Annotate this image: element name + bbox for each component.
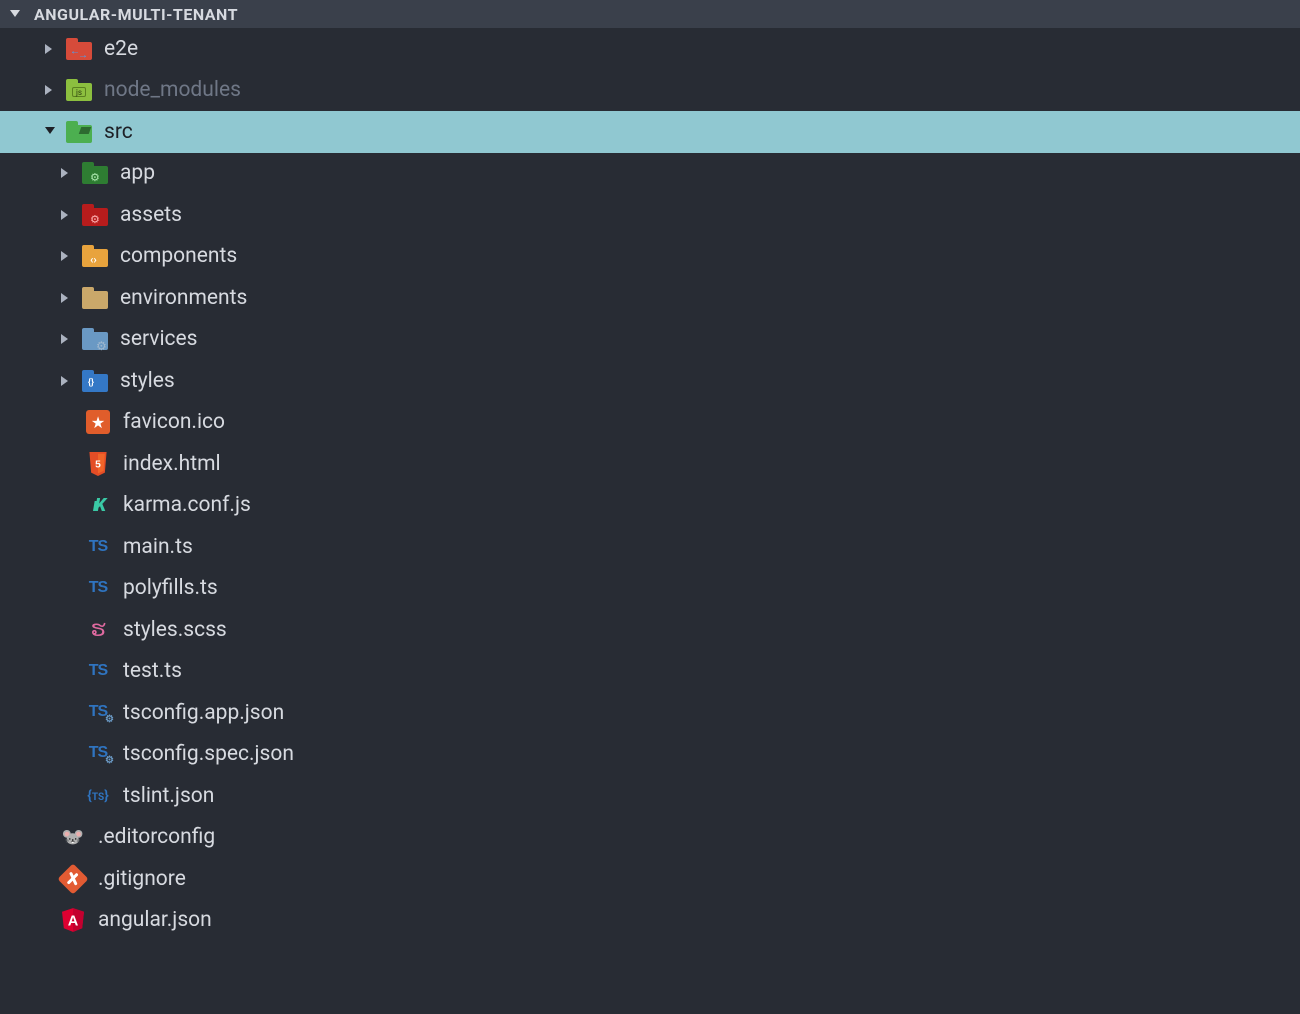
tree-item-assets[interactable]: ⚙ assets [0,194,1300,236]
chevron-right-icon [60,293,72,303]
tree-item-label: polyfills.ts [123,576,218,600]
html-file-icon: 5 [85,451,111,477]
tsconfig-file-icon: TS⚙ [85,741,111,767]
tree-item-polyfills-ts[interactable]: TS polyfills.ts [0,568,1300,610]
angular-file-icon: A [60,907,86,933]
chevron-right-icon [60,334,72,344]
tree-item-e2e[interactable]: ←→ e2e [0,28,1300,70]
chevron-right-icon [60,376,72,386]
tree-item-src[interactable]: src [0,111,1300,153]
tree-item-label: assets [120,203,182,227]
tree-item-label: e2e [104,37,138,61]
tree-item-favicon-ico[interactable]: ★ favicon.ico [0,402,1300,444]
project-title: ANGULAR-MULTI-TENANT [34,5,238,24]
scss-file-icon: ຮ [85,617,111,643]
tree-item-gitignore[interactable]: .gitignore [0,858,1300,900]
karma-file-icon: ıK [85,492,111,518]
chevron-down-icon [10,5,20,24]
tree-item-app[interactable]: ⚙ app [0,153,1300,195]
tree-item-label: app [120,161,155,185]
tree-item-main-ts[interactable]: TS main.ts [0,526,1300,568]
tree-item-label: main.ts [123,535,193,559]
chevron-right-icon [60,168,72,178]
src-folder-icon [66,119,92,145]
assets-folder-icon: ⚙ [82,202,108,228]
file-explorer: ANGULAR-MULTI-TENANT ←→ e2e js node_modules… [0,0,1300,941]
chevron-right-icon [44,44,56,54]
tree-item-label: src [104,120,133,144]
e2e-folder-icon: ←→ [66,36,92,62]
chevron-right-icon [60,210,72,220]
tree-item-services[interactable]: ⚙ services [0,319,1300,361]
tree-item-karma-conf-js[interactable]: ıK karma.conf.js [0,485,1300,527]
tree-item-styles-scss[interactable]: ຮ styles.scss [0,609,1300,651]
tree-item-label: favicon.ico [123,410,225,434]
chevron-right-icon [44,85,56,95]
tree-item-tsconfig-app-json[interactable]: TS⚙ tsconfig.app.json [0,692,1300,734]
editorconfig-file-icon: 🐭 [60,824,86,850]
tree-item-label: environments [120,286,247,310]
project-header[interactable]: ANGULAR-MULTI-TENANT [0,0,1300,28]
tree-item-label: components [120,244,237,268]
tree-item-components[interactable]: ‹› components [0,236,1300,278]
tsconfig-file-icon: TS⚙ [85,700,111,726]
tree-item-test-ts[interactable]: TS test.ts [0,651,1300,693]
tree-item-angular-json[interactable]: Aangular.json [0,900,1300,942]
tree-item-tsconfig-spec-json[interactable]: TS⚙ tsconfig.spec.json [0,734,1300,776]
tree-item-label: services [120,327,198,351]
tree-item-label: .editorconfig [98,825,215,849]
svg-text:A: A [68,914,79,930]
tree-item-label: .gitignore [98,867,186,891]
node-modules-folder-icon: js [66,77,92,103]
tree-item-label: index.html [123,452,221,476]
tree-item-environments[interactable]: environments [0,277,1300,319]
tree-item-label: styles [120,369,175,393]
tree-item-index-html[interactable]: 5 index.html [0,443,1300,485]
ts-file-icon: TS [85,534,111,560]
components-folder-icon: ‹› [82,243,108,269]
gitignore-file-icon [60,866,86,892]
tslint-file-icon: {TS} [85,783,111,809]
tree-item-label: karma.conf.js [123,493,251,517]
tree-item-label: tsconfig.app.json [123,701,284,725]
services-folder-icon: ⚙ [82,326,108,352]
tree-item-label: angular.json [98,908,212,932]
tree-rows: ←→ e2e js node_modulessrc ⚙ app ⚙ assets ‹› compo… [0,28,1300,941]
tree-item-node-modules[interactable]: js node_modules [0,70,1300,112]
tree-item-label: tsconfig.spec.json [123,742,294,766]
ts-file-icon: TS [85,575,111,601]
environments-folder-icon [82,285,108,311]
tree-item-label: node_modules [104,78,241,102]
chevron-down-icon [44,127,56,137]
favicon-file-icon: ★ [85,409,111,435]
tree-item-label: styles.scss [123,618,227,642]
tree-item-label: test.ts [123,659,182,683]
tree-item-editorconfig[interactable]: 🐭 .editorconfig [0,817,1300,859]
ts-file-icon: TS [85,658,111,684]
chevron-right-icon [60,251,72,261]
tree-item-label: tslint.json [123,784,214,808]
tree-item-tslint-json[interactable]: {TS} tslint.json [0,775,1300,817]
app-folder-icon: ⚙ [82,160,108,186]
svg-text:5: 5 [95,459,101,470]
styles-folder-icon: {} [82,368,108,394]
tree-item-styles[interactable]: {} styles [0,360,1300,402]
